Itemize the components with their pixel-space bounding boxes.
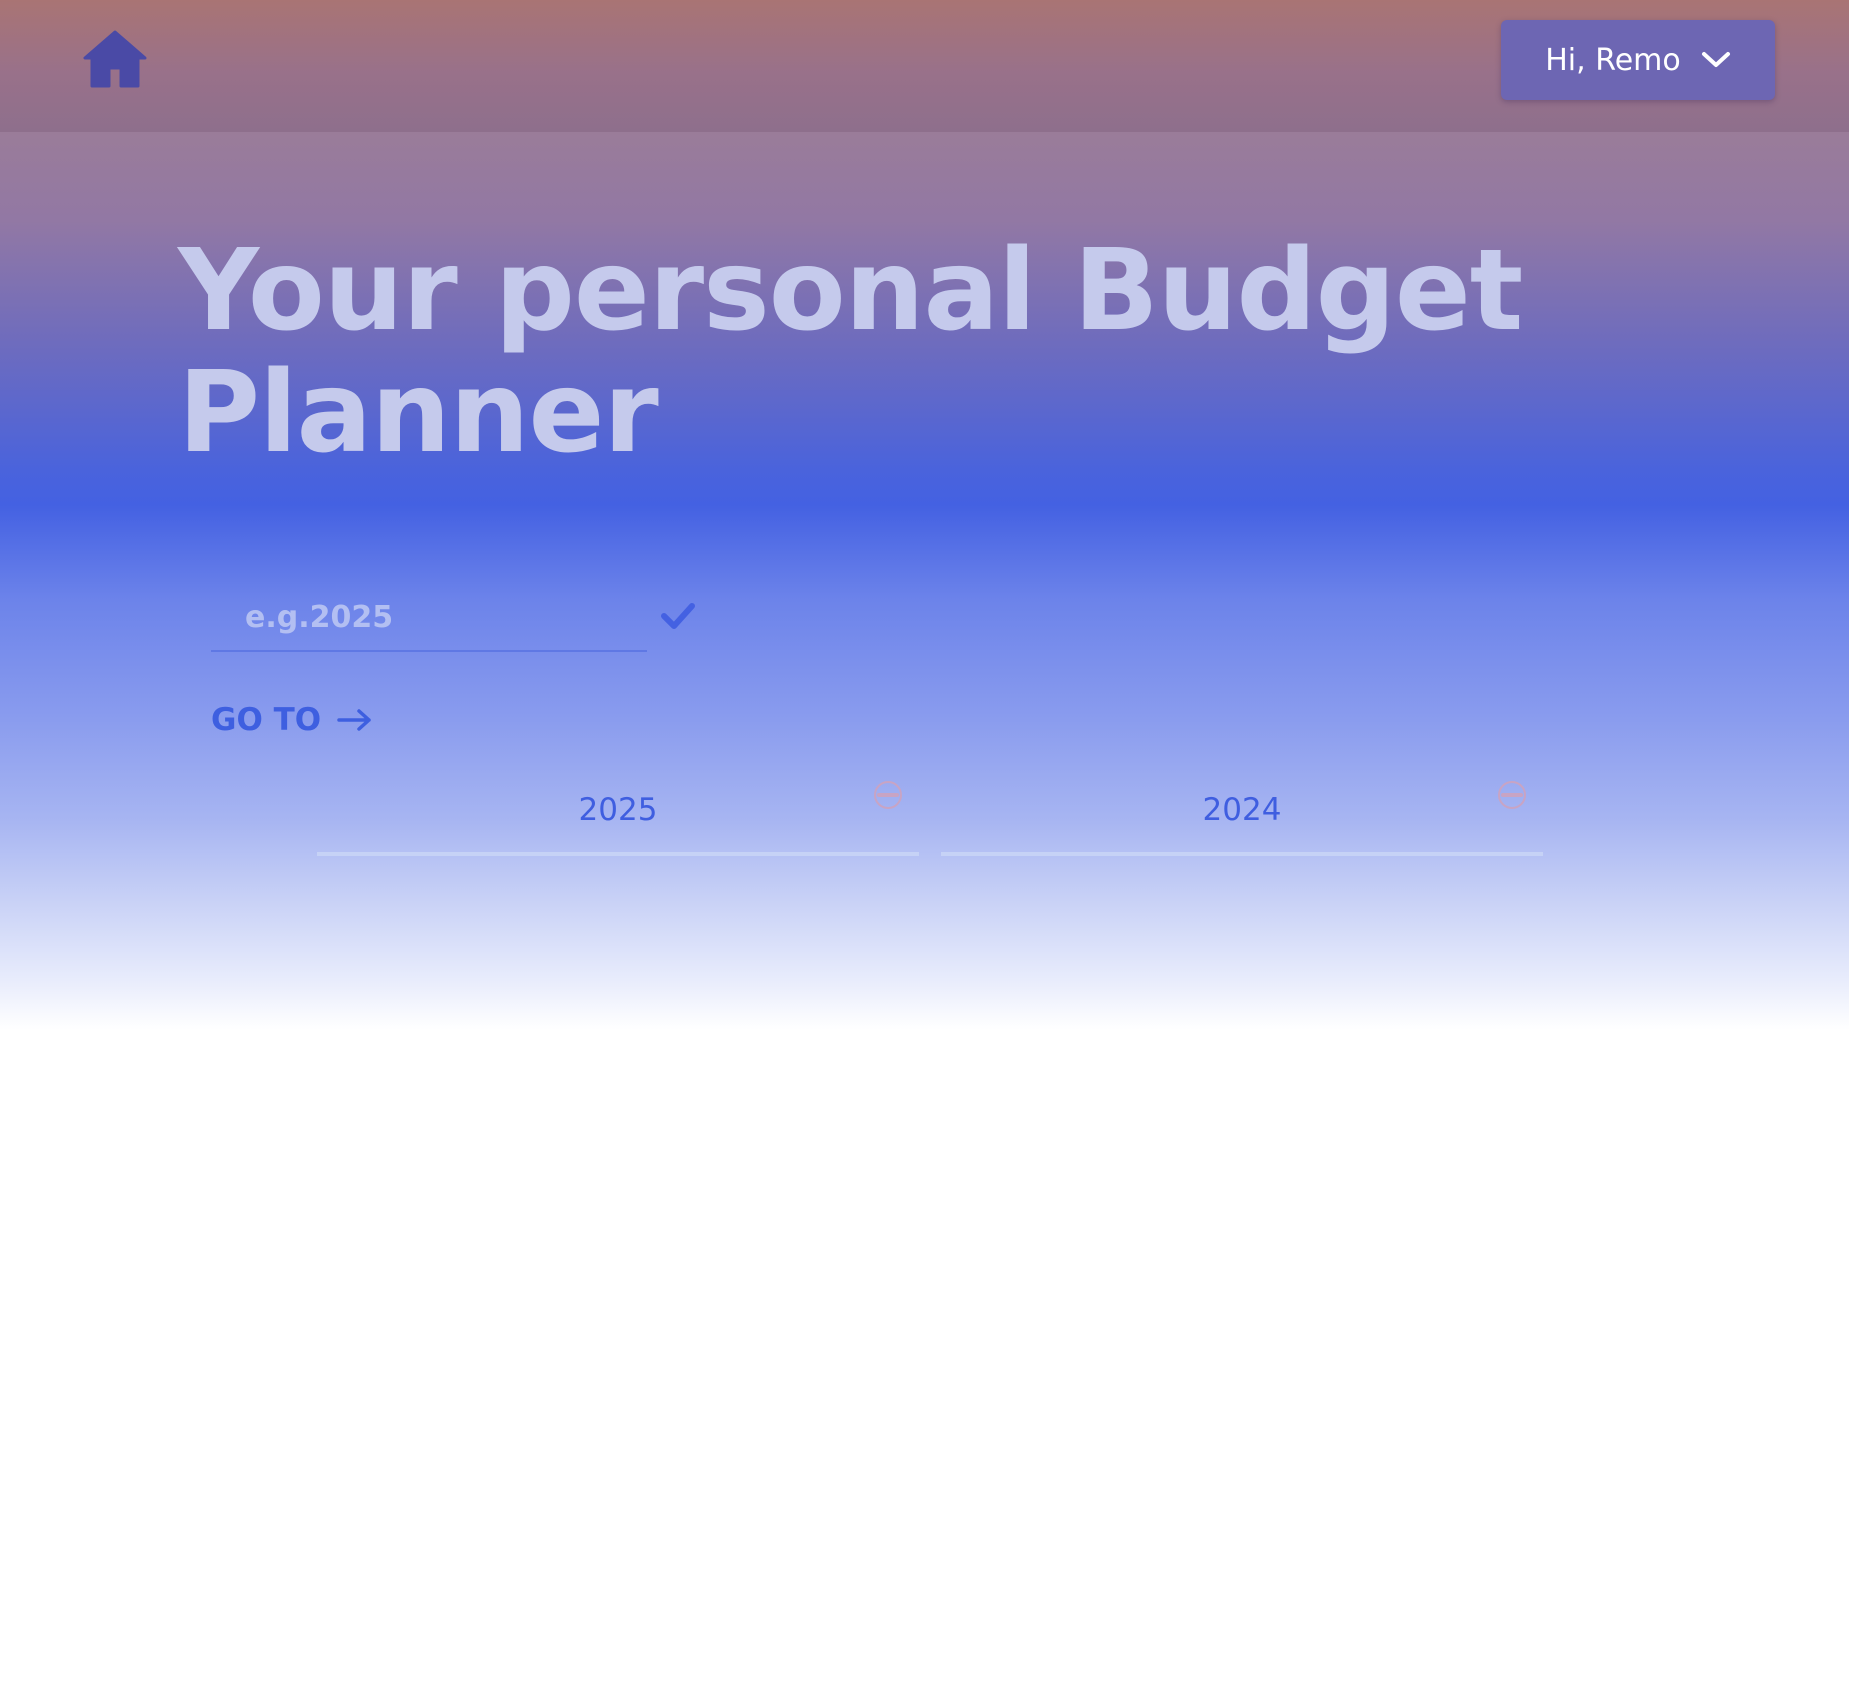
- user-greeting: Hi, Remo: [1545, 42, 1681, 78]
- goto-button[interactable]: GO TO: [211, 702, 373, 738]
- chevron-down-icon: [1701, 52, 1730, 67]
- remove-circle-icon[interactable]: [1497, 780, 1527, 810]
- check-icon[interactable]: [660, 600, 696, 632]
- year-input-field: [211, 588, 647, 652]
- year-tab-label: 2025: [578, 792, 658, 828]
- home-icon[interactable]: [83, 30, 147, 88]
- top-navbar: Hi, Remo: [0, 0, 1849, 132]
- year-tab-2025[interactable]: 2025: [317, 780, 919, 856]
- goto-label: GO TO: [211, 702, 322, 738]
- arrow-right-icon: [337, 709, 371, 731]
- remove-circle-icon[interactable]: [873, 780, 903, 810]
- year-input[interactable]: [243, 588, 637, 646]
- page-title: Your personal Budget Planner: [178, 226, 1523, 478]
- user-menu-button[interactable]: Hi, Remo: [1501, 20, 1775, 100]
- year-tab-2024[interactable]: 2024: [941, 780, 1543, 856]
- year-tab-label: 2024: [1202, 792, 1282, 828]
